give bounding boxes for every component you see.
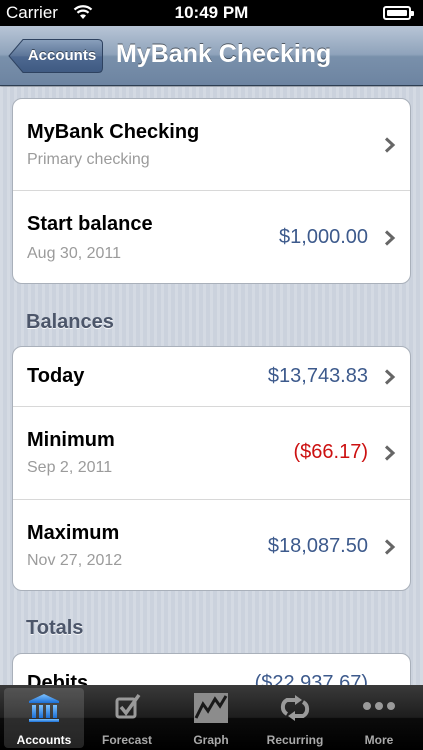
- tab-accounts-label: Accounts: [16, 733, 72, 747]
- minimum-row[interactable]: Minimum Sep 2, 2011 ($66.17): [13, 407, 410, 500]
- today-row[interactable]: Today $13,743.83: [13, 347, 410, 407]
- chevron-right-icon: [384, 445, 396, 461]
- start-balance-label: Start balance: [27, 213, 153, 235]
- tab-bar: Accounts Forecast Graph Recurring More: [0, 685, 423, 750]
- chevron-right-icon: [384, 230, 396, 246]
- chevron-right-icon: [384, 539, 396, 555]
- tab-accounts[interactable]: Accounts: [4, 688, 84, 748]
- start-balance-row[interactable]: Start balance Aug 30, 2011 $1,000.00: [13, 191, 410, 283]
- chevron-right-icon: [384, 369, 396, 385]
- bank-icon: [29, 694, 59, 722]
- today-balance-value: $13,743.83: [267, 365, 368, 387]
- navigation-bar: Accounts MyBank Checking: [0, 26, 423, 86]
- debits-label: Debits: [27, 672, 89, 685]
- balances-group: Today $13,743.83 Minimum Sep 2, 2011 ($6…: [12, 346, 411, 591]
- checkbox-icon: [115, 693, 141, 719]
- maximum-date: Nov 27, 2012: [27, 552, 123, 569]
- minimum-date: Sep 2, 2011: [27, 459, 113, 476]
- tab-graph-label: Graph: [193, 733, 229, 747]
- tab-graph[interactable]: Graph: [171, 688, 251, 748]
- battery-icon: [383, 6, 414, 20]
- start-balance-value: $1,000.00: [279, 226, 368, 248]
- tab-more-label: More: [364, 733, 394, 747]
- account-name-row[interactable]: MyBank Checking Primary checking: [13, 99, 410, 191]
- more-icon: [363, 702, 395, 710]
- page-title: MyBank Checking: [116, 40, 332, 68]
- account-name: MyBank Checking: [27, 121, 200, 143]
- debits-value: ($22,937.67): [254, 672, 368, 685]
- account-info-group: MyBank Checking Primary checking Start b…: [12, 98, 411, 284]
- totals-group: Debits ($22,937.67): [12, 653, 411, 685]
- tab-more[interactable]: More: [339, 688, 419, 748]
- minimum-label: Minimum: [27, 429, 115, 451]
- balances-section-header: Balances: [26, 311, 114, 333]
- today-label: Today: [27, 365, 85, 387]
- minimum-balance-value: ($66.17): [293, 441, 369, 463]
- tab-forecast[interactable]: Forecast: [87, 688, 167, 748]
- start-balance-date: Aug 30, 2011: [27, 245, 122, 262]
- tab-recurring[interactable]: Recurring: [255, 688, 335, 748]
- maximum-balance-value: $18,087.50: [267, 535, 368, 557]
- tab-recurring-label: Recurring: [266, 733, 324, 747]
- totals-section-header: Totals: [26, 617, 84, 639]
- status-bar: Carrier 10:49 PM: [0, 0, 423, 26]
- tab-forecast-label: Forecast: [101, 733, 153, 747]
- back-button-accounts[interactable]: Accounts: [8, 38, 104, 74]
- debits-row[interactable]: Debits ($22,937.67): [13, 654, 410, 685]
- maximum-row[interactable]: Maximum Nov 27, 2012 $18,087.50: [13, 500, 410, 590]
- recurring-icon: [280, 695, 310, 721]
- back-button-label: Accounts: [27, 47, 97, 64]
- account-type: Primary checking: [27, 151, 150, 168]
- chevron-right-icon: [384, 137, 396, 153]
- graph-icon: [194, 693, 228, 723]
- maximum-label: Maximum: [27, 522, 120, 544]
- status-time: 10:49 PM: [174, 3, 249, 22]
- account-detail-list[interactable]: MyBank Checking Primary checking Start b…: [0, 87, 423, 685]
